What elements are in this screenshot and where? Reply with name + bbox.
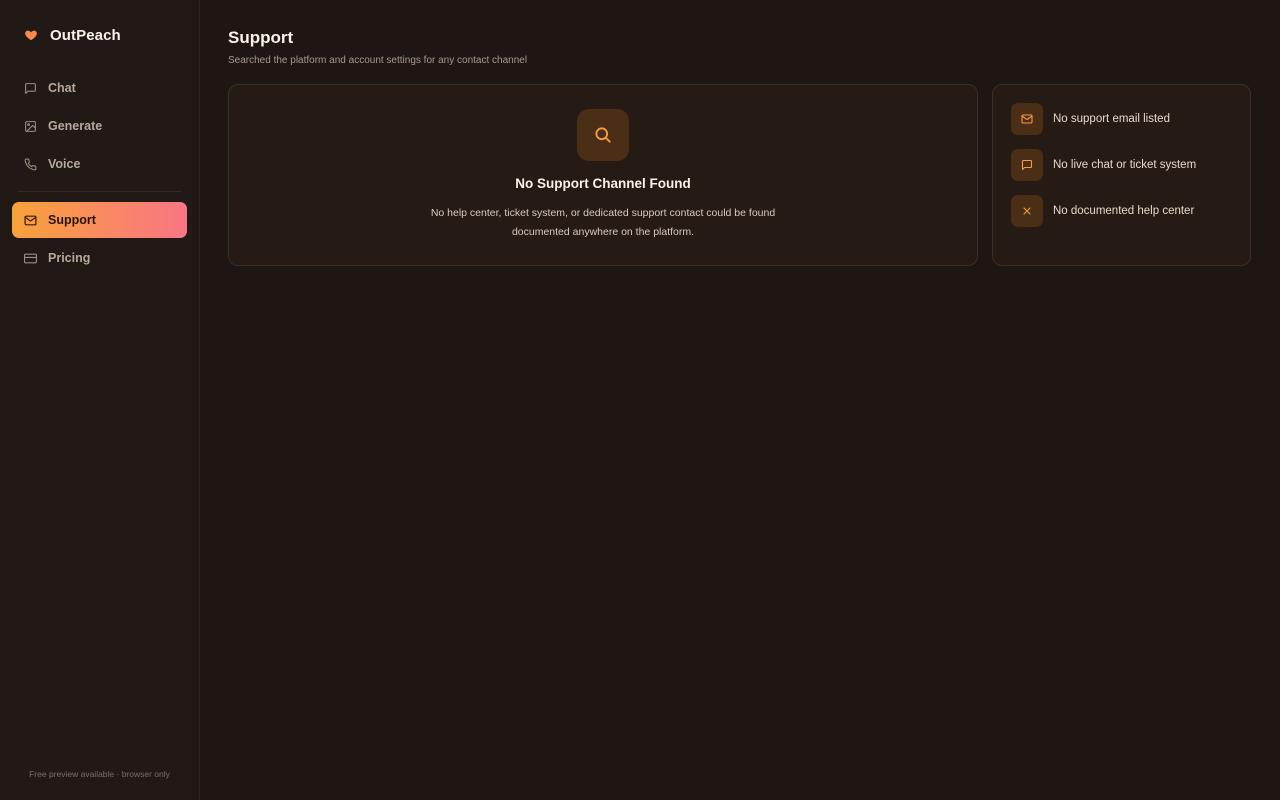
sidebar-nav: Chat Generate Voice Support Pricing <box>12 70 187 276</box>
page-title: Support <box>228 28 294 47</box>
sidebar: OutPeach Chat Generate Voice Support Pri… <box>0 0 200 800</box>
phone-icon <box>23 157 37 171</box>
main-content: Support Searched the platform and accoun… <box>200 0 1280 800</box>
sidebar-item-generate[interactable]: Generate <box>12 108 187 144</box>
search-icon <box>577 109 629 161</box>
app-root: OutPeach Chat Generate Voice Support Pri… <box>0 0 1280 800</box>
sidebar-item-support[interactable]: Support <box>12 202 187 238</box>
finding-text: No live chat or ticket system <box>1053 159 1197 171</box>
sidebar-divider <box>18 191 181 192</box>
brand-name: OutPeach <box>50 26 121 44</box>
heart-icon <box>24 28 38 42</box>
mail-icon <box>1011 103 1043 135</box>
sidebar-item-voice[interactable]: Voice <box>12 146 187 182</box>
findings-card: No support email listed No live chat or … <box>992 84 1251 266</box>
brand[interactable]: OutPeach <box>12 0 187 70</box>
chat-bubble-icon <box>23 81 37 95</box>
cards-row: No Support Channel Found No help center,… <box>228 84 1252 266</box>
page-subtitle: Searched the platform and account settin… <box>228 55 528 66</box>
credit-card-icon <box>23 251 37 265</box>
finding-item: No documented help center <box>1011 195 1232 227</box>
sidebar-footer: Free preview available · browser only <box>29 769 170 779</box>
image-icon <box>23 119 37 133</box>
mail-icon <box>23 213 37 227</box>
empty-state-title: No Support Channel Found <box>515 176 691 191</box>
finding-text: No documented help center <box>1053 205 1195 217</box>
finding-text: No support email listed <box>1053 113 1170 125</box>
empty-state-description: No help center, ticket system, or dedica… <box>430 207 776 238</box>
sidebar-item-pricing[interactable]: Pricing <box>12 240 187 276</box>
sidebar-item-label: Voice <box>48 157 81 171</box>
sidebar-item-label: Support <box>48 213 96 227</box>
finding-item: No live chat or ticket system <box>1011 149 1232 181</box>
sidebar-item-chat[interactable]: Chat <box>12 70 187 106</box>
empty-state-card: No Support Channel Found No help center,… <box>228 84 978 266</box>
sidebar-item-label: Generate <box>48 119 103 133</box>
sidebar-item-label: Pricing <box>48 251 91 265</box>
chat-bubble-icon <box>1011 149 1043 181</box>
finding-item: No support email listed <box>1011 103 1232 135</box>
x-icon <box>1011 195 1043 227</box>
sidebar-item-label: Chat <box>48 81 76 95</box>
